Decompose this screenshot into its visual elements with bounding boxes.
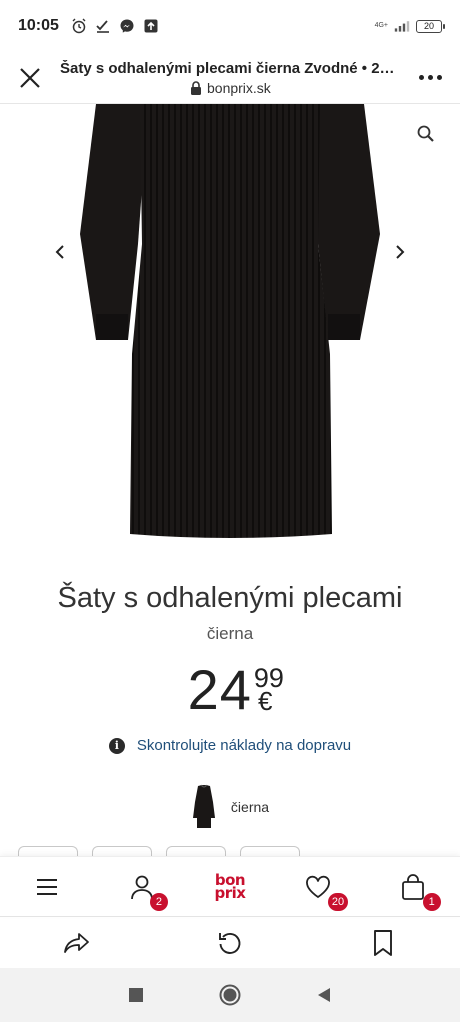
site-bottom-nav: 2 bon prix 20 1: [0, 856, 460, 916]
gallery-prev-button[interactable]: [40, 232, 80, 272]
bookmark-button[interactable]: [361, 921, 405, 965]
close-tab-button[interactable]: [0, 52, 60, 104]
bookmark-icon: [374, 929, 393, 956]
network-label: 4G+: [374, 22, 388, 29]
account-button[interactable]: 2: [120, 865, 168, 911]
status-time: 10:05: [18, 17, 59, 34]
status-bar: 10:05 4G+ 20: [0, 0, 460, 52]
messenger-icon: [119, 18, 135, 34]
cart-button[interactable]: 1: [391, 865, 441, 911]
more-dot-icon: [427, 75, 433, 80]
more-options-button[interactable]: [400, 52, 460, 104]
share-icon: [63, 932, 89, 953]
variant-label: čierna: [230, 799, 270, 815]
wishlist-badge: 20: [327, 892, 349, 911]
close-icon: [20, 67, 40, 88]
wishlist-button[interactable]: 20: [296, 865, 349, 911]
more-dot-icon: [436, 75, 442, 80]
price-currency: €: [257, 686, 273, 716]
signal-icon: [394, 18, 410, 34]
circle-icon: [219, 984, 241, 1006]
domain-row: bonprix.sk: [60, 80, 400, 96]
product-title: Šaty s odhalenými plecami: [57, 582, 403, 614]
chevron-right-icon: [396, 245, 405, 259]
status-right: 4G+ 20: [374, 18, 445, 34]
custom-tab-toolbar: Šaty s odhalenými plecami čierna Zvodné …: [0, 52, 460, 104]
browser-bottom-bar: [0, 916, 460, 968]
bonprix-logo[interactable]: bon prix: [214, 872, 246, 902]
product-image: [80, 104, 380, 538]
alarm-icon: [71, 18, 87, 34]
url-info[interactable]: Šaty s odhalenými plecami čierna Zvodné …: [60, 60, 400, 96]
shopping-bag-icon: [401, 873, 424, 900]
status-left: 10:05: [18, 17, 159, 35]
variant-thumbnail[interactable]: [191, 784, 217, 830]
square-icon: [129, 988, 143, 1002]
product-image-gallery[interactable]: [0, 104, 460, 540]
lock-icon: [191, 80, 201, 95]
check-icon: [95, 18, 111, 34]
reload-icon: [219, 932, 241, 954]
battery-indicator: 20: [416, 19, 445, 33]
product-color: čierna: [206, 624, 254, 643]
account-badge: 2: [149, 892, 168, 911]
share-button[interactable]: [55, 921, 99, 965]
logo-bottom: prix: [214, 883, 246, 902]
gallery-next-button[interactable]: [380, 232, 420, 272]
zoom-icon: [417, 125, 434, 142]
hamburger-menu-icon: [37, 878, 58, 895]
chevron-left-icon: [55, 245, 64, 259]
domain-text: bonprix.sk: [207, 79, 271, 96]
home-button[interactable]: [216, 981, 244, 1009]
product-price: 24 99 €: [0, 660, 460, 720]
menu-button[interactable]: [25, 865, 69, 909]
heart-icon: [306, 875, 330, 898]
page-title: Šaty s odhalenými plecami čierna Zvodné …: [60, 59, 400, 77]
upload-icon: [143, 18, 159, 34]
reload-button[interactable]: [208, 921, 252, 965]
cart-badge: 1: [422, 892, 441, 911]
triangle-back-icon: [318, 988, 330, 1002]
user-icon: [131, 875, 153, 899]
back-button[interactable]: [310, 981, 338, 1009]
system-navigation-bar: [0, 968, 460, 1022]
more-dot-icon: [418, 75, 424, 80]
shipping-info: i Skontrolujte náklady na dopravu: [0, 737, 460, 754]
shipping-costs-link[interactable]: Skontrolujte náklady na dopravu: [137, 737, 351, 754]
info-icon: i: [108, 737, 125, 754]
color-variant[interactable]: čierna: [0, 784, 460, 830]
recent-apps-button[interactable]: [122, 981, 150, 1009]
price-main: 24: [187, 658, 252, 721]
zoom-button[interactable]: [416, 124, 440, 148]
